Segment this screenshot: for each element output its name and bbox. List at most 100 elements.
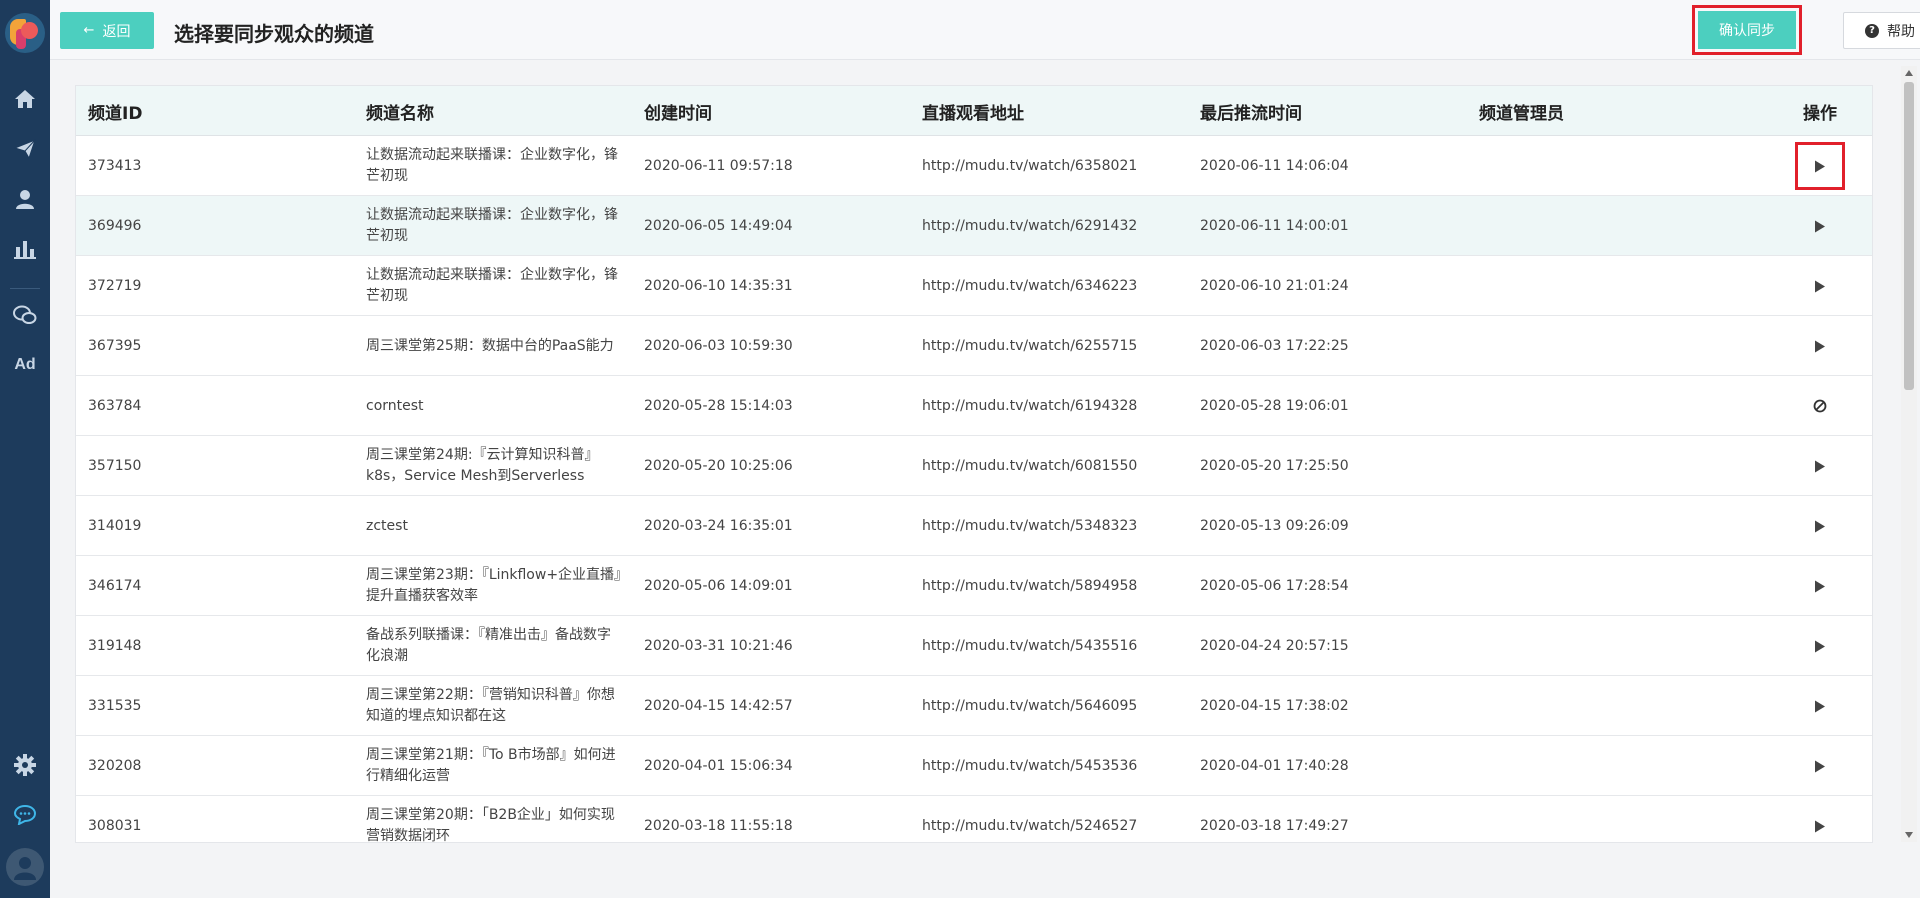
channel-name-cell: 周三课堂第22期：『营销知识科普』你想知道的埋点知识都在这 [366,687,615,724]
user-icon[interactable] [0,182,50,216]
channel-id-cell: 320208 [88,757,142,774]
play-icon[interactable] [1805,211,1835,241]
table-row[interactable]: 331535 周三课堂第22期：『营销知识科普』你想知道的埋点知识都在这 2020-… [76,676,1872,736]
play-icon[interactable] [1805,511,1835,541]
avatar[interactable] [6,848,44,886]
channel-name-cell: 周三课堂第21期：『To B市场部』如何进行精细化运营 [366,747,616,784]
table-row[interactable]: 357150 周三课堂第24期:『云计算知识科普』k8s，Service Mesh… [76,436,1872,496]
confirm-button-highlight: 确认同步 [1692,5,1802,55]
gear-icon[interactable] [0,748,50,782]
disabled-icon [1805,391,1835,421]
channel-name-cell: zctest [366,517,408,534]
channel-name-cell: 周三课堂第20期：「B2B企业」如何实现营销数据闭环 [366,807,615,843]
play-icon[interactable] [1805,631,1835,661]
table-header: 频道ID 频道名称 创建时间 直播观看地址 最后推流时间 频道管理员 操作 [76,86,1872,136]
channel-id-cell: 367395 [88,337,142,354]
play-icon[interactable] [1805,751,1835,781]
help-icon: ? [1865,23,1879,38]
ad-icon[interactable]: Ad [0,348,50,382]
created-time-cell: 2020-05-28 15:14:03 [644,397,793,414]
table-row[interactable]: 314019 zctest 2020-03-24 16:35:01 http://mu… [76,496,1872,556]
last-push-time-cell: 2020-04-15 17:38:02 [1200,697,1349,714]
table-row[interactable]: 319148 备战系列联播课：『精准出击』备战数字化浪潮 2020-03-31 10… [76,616,1872,676]
play-icon[interactable] [1805,811,1835,841]
help-button[interactable]: ? 帮助 [1843,12,1920,49]
table-row[interactable]: 369496 让数据流动起来联播课：企业数字化，锋芒初现 2020-06-05 14… [76,196,1872,256]
back-button-label: 返回 [102,23,131,40]
watch-url-cell: http://mudu.tv/watch/5894958 [922,577,1138,594]
created-time-cell: 2020-05-20 10:25:06 [644,457,793,474]
created-time-cell: 2020-06-03 10:59:30 [644,337,793,354]
operation-cell [1792,616,1848,676]
table-row[interactable]: 346174 周三课堂第23期：『Linkflow+企业直播』提升直播获客效率 20… [76,556,1872,616]
operation-cell [1792,376,1848,436]
table-row[interactable]: 308031 周三课堂第20期：「B2B企业」如何实现营销数据闭环 2020-03-… [76,796,1872,843]
last-push-time-cell: 2020-05-13 09:26:09 [1200,517,1349,534]
table-row[interactable]: 372719 让数据流动起来联播课：企业数字化，锋芒初现 2020-06-10 14… [76,256,1872,316]
app-logo[interactable] [5,13,45,53]
play-icon[interactable] [1805,571,1835,601]
confirm-sync-label: 确认同步 [1719,23,1775,39]
channel-admin-cell [1479,796,1719,842]
bar-chart-icon[interactable] [0,232,50,266]
channel-id-cell: 331535 [88,697,142,714]
table-row[interactable]: 320208 周三课堂第21期：『To B市场部』如何进行精细化运营 2020-04… [76,736,1872,796]
created-time-cell: 2020-03-24 16:35:01 [644,517,793,534]
last-push-time-cell: 2020-05-20 17:25:50 [1200,457,1349,474]
last-push-time-cell: 2020-03-18 17:49:27 [1200,817,1349,834]
channel-id-cell: 369496 [88,217,142,234]
play-icon[interactable] [1805,691,1835,721]
operation-cell [1792,556,1848,616]
column-header-id: 频道ID [88,103,143,124]
back-button[interactable]: ← 返回 [60,12,154,49]
operation-cell [1792,256,1848,316]
table-row[interactable]: 373413 让数据流动起来联播课：企业数字化，锋芒初现 2020-06-11 09… [76,136,1872,196]
channel-admin-cell [1479,676,1719,736]
column-header-created: 创建时间 [644,103,712,124]
channel-name-cell: corntest [366,397,424,414]
channel-name-cell: 让数据流动起来联播课：企业数字化，锋芒初现 [366,207,618,244]
table-row[interactable]: 363784 corntest 2020-05-28 15:14:03 http://… [76,376,1872,436]
channel-name-cell: 让数据流动起来联播课：企业数字化，锋芒初现 [366,267,618,304]
play-icon[interactable] [1805,151,1835,181]
created-time-cell: 2020-06-05 14:49:04 [644,217,793,234]
channel-id-cell: 363784 [88,397,142,414]
operation-cell [1792,676,1848,736]
play-icon[interactable] [1805,451,1835,481]
channel-name-cell: 周三课堂第23期：『Linkflow+企业直播』提升直播获客效率 [366,567,622,604]
table-row[interactable]: 367395 周三课堂第25期：数据中台的PaaS能力 2020-06-03 10:… [76,316,1872,376]
channel-admin-cell [1479,196,1719,256]
page-header: ← 返回 选择要同步观众的频道 确认同步 ? 帮助 [50,0,1920,60]
last-push-time-cell: 2020-04-24 20:57:15 [1200,637,1349,654]
page-title: 选择要同步观众的频道 [174,22,374,46]
operation-cell [1792,436,1848,496]
channel-id-cell: 319148 [88,637,142,654]
scroll-up-arrow[interactable] [1905,70,1913,76]
scrollbar-thumb[interactable] [1904,82,1914,390]
operation-cell [1792,796,1848,842]
operation-cell [1792,496,1848,556]
play-icon[interactable] [1805,331,1835,361]
channel-admin-cell [1479,556,1719,616]
last-push-time-cell: 2020-05-28 19:06:01 [1200,397,1349,414]
channel-name-cell: 备战系列联播课：『精准出击』备战数字化浪潮 [366,627,611,664]
scroll-down-arrow[interactable] [1905,832,1913,838]
channel-admin-cell [1479,616,1719,676]
watch-url-cell: http://mudu.tv/watch/6081550 [922,457,1138,474]
scrollbar[interactable] [1901,66,1917,842]
send-icon[interactable] [0,132,50,166]
confirm-sync-button[interactable]: 确认同步 [1698,11,1796,49]
channel-id-cell: 373413 [88,157,142,174]
created-time-cell: 2020-03-31 10:21:46 [644,637,793,654]
play-icon[interactable] [1805,271,1835,301]
channel-name-cell: 周三课堂第25期：数据中台的PaaS能力 [366,337,614,354]
chat-bubble-icon[interactable] [0,798,50,832]
last-push-time-cell: 2020-06-11 14:06:04 [1200,157,1349,174]
watch-url-cell: http://mudu.tv/watch/6255715 [922,337,1138,354]
channel-admin-cell [1479,256,1719,316]
wechat-icon[interactable] [0,298,50,332]
last-push-time-cell: 2020-05-06 17:28:54 [1200,577,1349,594]
operation-cell [1792,136,1848,196]
watch-url-cell: http://mudu.tv/watch/6194328 [922,397,1138,414]
home-icon[interactable] [0,82,50,116]
